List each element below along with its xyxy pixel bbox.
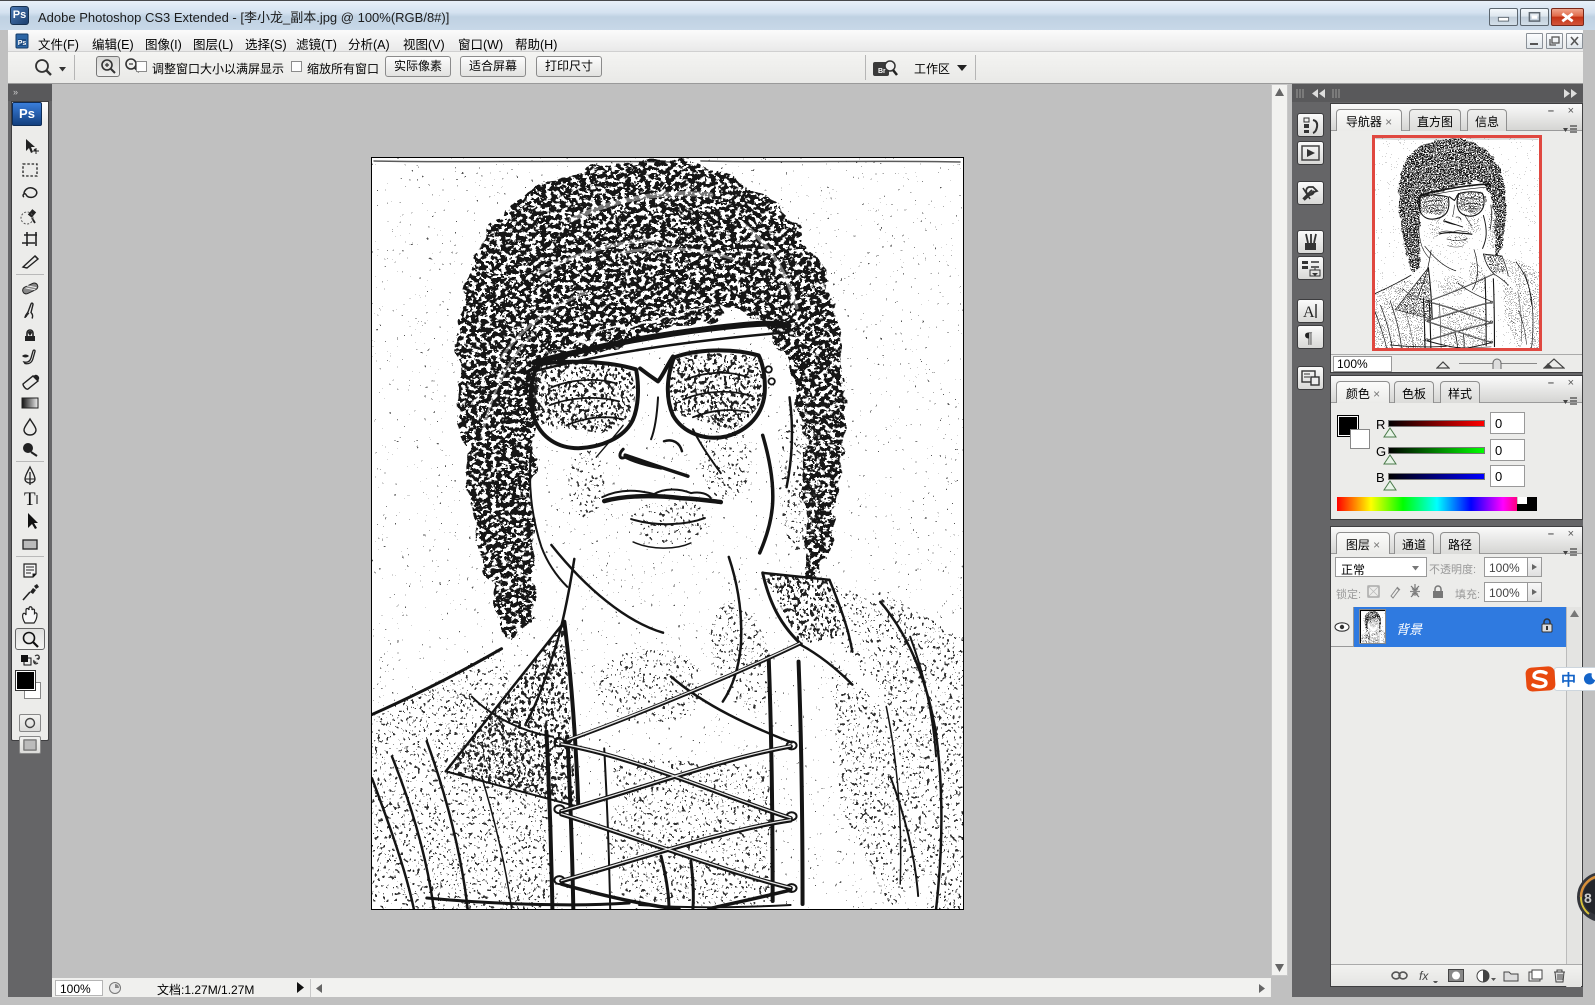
svg-text:T: T bbox=[24, 489, 36, 509]
svg-text:¶: ¶ bbox=[1305, 330, 1313, 347]
svg-text:fx: fx bbox=[1419, 969, 1429, 983]
svg-text:Br: Br bbox=[878, 68, 886, 75]
svg-text:8: 8 bbox=[1584, 890, 1592, 906]
svg-text:Ps: Ps bbox=[18, 40, 27, 47]
svg-text:A: A bbox=[1303, 304, 1315, 321]
